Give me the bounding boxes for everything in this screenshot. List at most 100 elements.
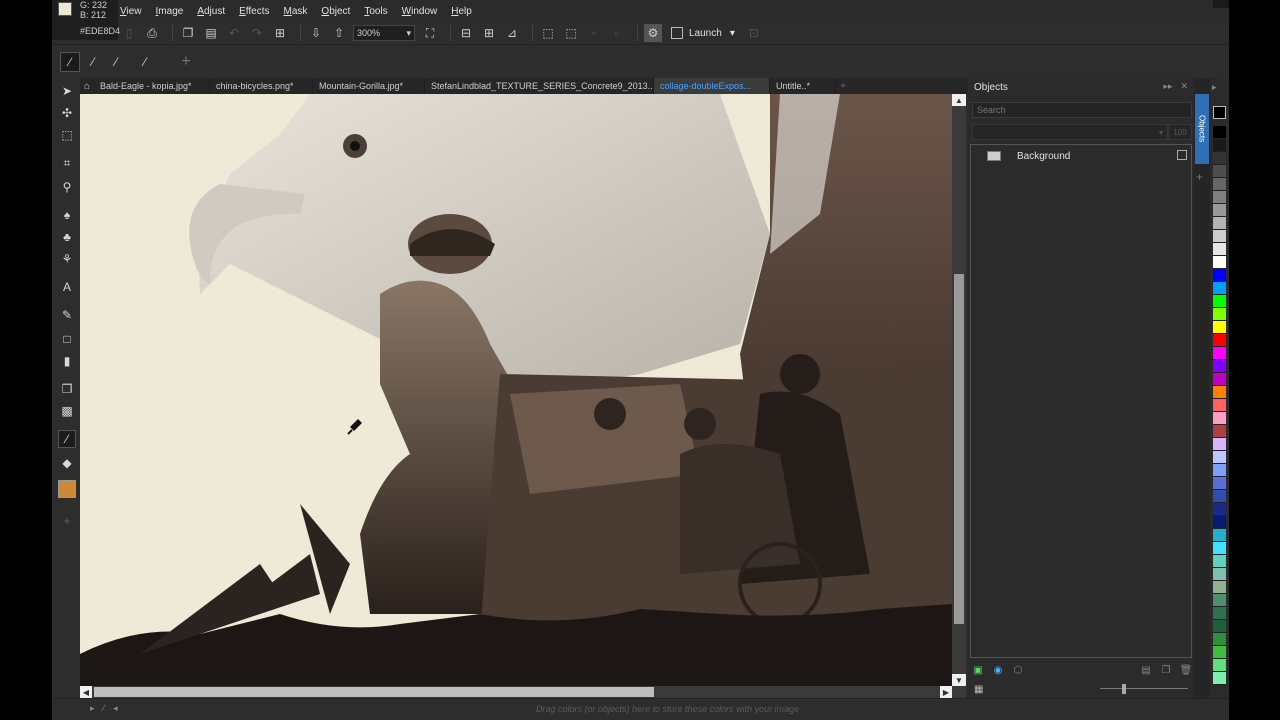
palette-swatch[interactable] (1213, 217, 1226, 230)
add-tool-icon[interactable]: + (58, 512, 76, 530)
palette-swatch[interactable] (1213, 308, 1226, 321)
shape-tool-icon[interactable]: □ (58, 330, 76, 348)
palette-swatch[interactable] (1213, 529, 1226, 542)
eyedropper-mode-2-icon[interactable]: ⁄ (83, 52, 103, 72)
palette-swatch[interactable] (1213, 334, 1226, 347)
tab-mountain-gorilla[interactable]: Mountain-Gorilla.jpg* (313, 78, 425, 94)
palette-swatch[interactable] (1213, 672, 1226, 685)
redo-icon[interactable]: ↷ (248, 24, 266, 42)
home-icon[interactable]: ⌂ (80, 78, 94, 94)
menu-help[interactable]: Help (451, 6, 472, 17)
delete-layer-icon[interactable]: 🗑 (1180, 664, 1193, 676)
menu-view[interactable]: View (120, 6, 142, 17)
palette-swatch[interactable] (1213, 425, 1226, 438)
scroll-up-icon[interactable]: ▲ (952, 94, 966, 106)
palette-swatch[interactable] (1213, 165, 1226, 178)
crop-to-selection-icon[interactable]: ⊞ (271, 24, 289, 42)
undo-icon[interactable]: ↶ (225, 24, 243, 42)
brush-tool-icon[interactable]: ♠ (58, 206, 76, 224)
mask-options-icon[interactable]: ⬡ (1012, 664, 1024, 676)
color-swatches-icon[interactable] (58, 480, 76, 498)
collapse-icon[interactable]: ◂ (113, 703, 118, 713)
object-tool-icon[interactable]: ❐ (58, 380, 76, 398)
show-mask-icon[interactable]: ⬚ (539, 24, 557, 42)
menu-image[interactable]: Image (156, 6, 184, 17)
eraser-tool-icon[interactable]: ▮ (58, 352, 76, 370)
objects-side-tab[interactable]: Objects (1195, 94, 1209, 164)
fill-tool-icon[interactable]: ◆ (58, 454, 76, 472)
palette-swatch[interactable] (1213, 347, 1226, 360)
palette-swatch[interactable] (1213, 568, 1226, 581)
palette-swatch[interactable] (1213, 243, 1226, 256)
red-eye-tool-icon[interactable]: ⚘ (58, 250, 76, 268)
transform-icon-2[interactable]: ▫ (608, 24, 626, 42)
duplicate-icon[interactable]: ❐ (1160, 664, 1172, 676)
palette-swatch[interactable] (1213, 477, 1226, 490)
palette-swatch[interactable] (1213, 282, 1226, 295)
scroll-left-icon[interactable]: ◀ (80, 686, 92, 698)
zoom-fit-icon[interactable]: ⛶ (421, 24, 439, 42)
pen-tool-icon[interactable]: ✎ (58, 306, 76, 324)
palette-swatch[interactable] (1213, 555, 1226, 568)
checkerboard-icon[interactable]: ▦ (974, 684, 983, 695)
chevron-down-icon[interactable]: ▾ (406, 28, 411, 39)
export-icon[interactable]: ⇧ (330, 24, 348, 42)
text-tool-icon[interactable]: A (58, 278, 76, 296)
vertical-scroll-thumb[interactable] (954, 274, 964, 624)
clone-tool-icon[interactable]: ♣ (58, 228, 76, 246)
tab-texture-series[interactable]: StefanLindblad_TEXTURE_SERIES_Concrete9_… (425, 78, 654, 94)
show-marquee-icon[interactable]: ⬚ (562, 24, 580, 42)
tab-china-bicycles[interactable]: china-bicycles.png* (210, 78, 313, 94)
palette-swatch[interactable] (1213, 152, 1226, 165)
transform-icon[interactable]: ▫ (585, 24, 603, 42)
tab-untitled[interactable]: Untitle..* (770, 78, 836, 94)
palette-swatch[interactable] (1213, 490, 1226, 503)
palette-swatch[interactable] (1213, 412, 1226, 425)
palette-swatch[interactable] (1213, 451, 1226, 464)
rectangle-mask-icon[interactable]: ⬚ (58, 126, 76, 144)
opacity-field[interactable]: 100 (1168, 124, 1192, 140)
new-tab-icon[interactable]: + (836, 78, 850, 94)
paste-icon[interactable]: ▤ (202, 24, 220, 42)
layer-lock-icon[interactable] (1177, 150, 1187, 160)
menu-tools[interactable]: Tools (364, 6, 387, 17)
zoom-level-field[interactable]: 300% ▾ (353, 25, 415, 41)
palette-swatch[interactable] (1213, 503, 1226, 516)
palette-menu-icon[interactable]: ▸ (1212, 82, 1217, 93)
layer-row-background[interactable]: Background (971, 147, 1191, 165)
app-launcher-icon[interactable]: ⊡ (745, 24, 763, 42)
guidelines-icon[interactable]: ⊿ (503, 24, 521, 42)
image-canvas[interactable] (80, 94, 952, 686)
zoom-tool-icon[interactable]: ⚲ (58, 178, 76, 196)
tab-bald-eagle[interactable]: Bald-Eagle - kopia.jpg* (94, 78, 210, 94)
palette-swatch[interactable] (1213, 464, 1226, 477)
menu-adjust[interactable]: Adjust (197, 6, 225, 17)
palette-swatch[interactable] (1213, 659, 1226, 672)
save-icon[interactable]: ▯ (120, 24, 138, 42)
eyedropper-mode-icon[interactable]: ⁄ (60, 51, 80, 72)
palette-swatch[interactable] (1213, 581, 1226, 594)
horizontal-scroll-thumb[interactable] (94, 687, 654, 697)
mask-transform-icon[interactable]: ✣ (58, 104, 76, 122)
horizontal-scrollbar[interactable]: ◀ ▶ (80, 686, 966, 698)
new-layer-icon[interactable]: ▣ (972, 664, 984, 676)
eyedropper-mode-3-icon[interactable]: ⁄ (106, 52, 126, 72)
scroll-right-icon[interactable]: ▶ (940, 686, 952, 698)
vertical-scrollbar[interactable]: ▲ ▼ (952, 94, 966, 686)
options-gear-icon[interactable]: ⚙ (644, 24, 662, 42)
palette-swatch[interactable] (1213, 295, 1226, 308)
palette-swatch[interactable] (1213, 204, 1226, 217)
play-icon[interactable]: ▸ (90, 703, 95, 713)
palette-swatch[interactable] (1213, 646, 1226, 659)
palette-swatch[interactable] (1213, 516, 1226, 529)
expand-panel-icon[interactable]: ▸▸ (1163, 81, 1172, 92)
eyedropper-tool-icon[interactable]: ⁄ (58, 430, 76, 448)
tab-collage-double-exposure[interactable]: collage-doubleExpos... (654, 78, 770, 94)
palette-swatch[interactable] (1213, 620, 1226, 633)
palette-swatch[interactable] (1213, 256, 1226, 269)
scroll-down-icon[interactable]: ▼ (952, 674, 966, 686)
menu-mask[interactable]: Mask (284, 6, 308, 17)
palette-swatch[interactable] (1213, 438, 1226, 451)
launch-menu[interactable]: Launch ▾ (671, 27, 735, 39)
grid-icon[interactable]: ⊞ (480, 24, 498, 42)
